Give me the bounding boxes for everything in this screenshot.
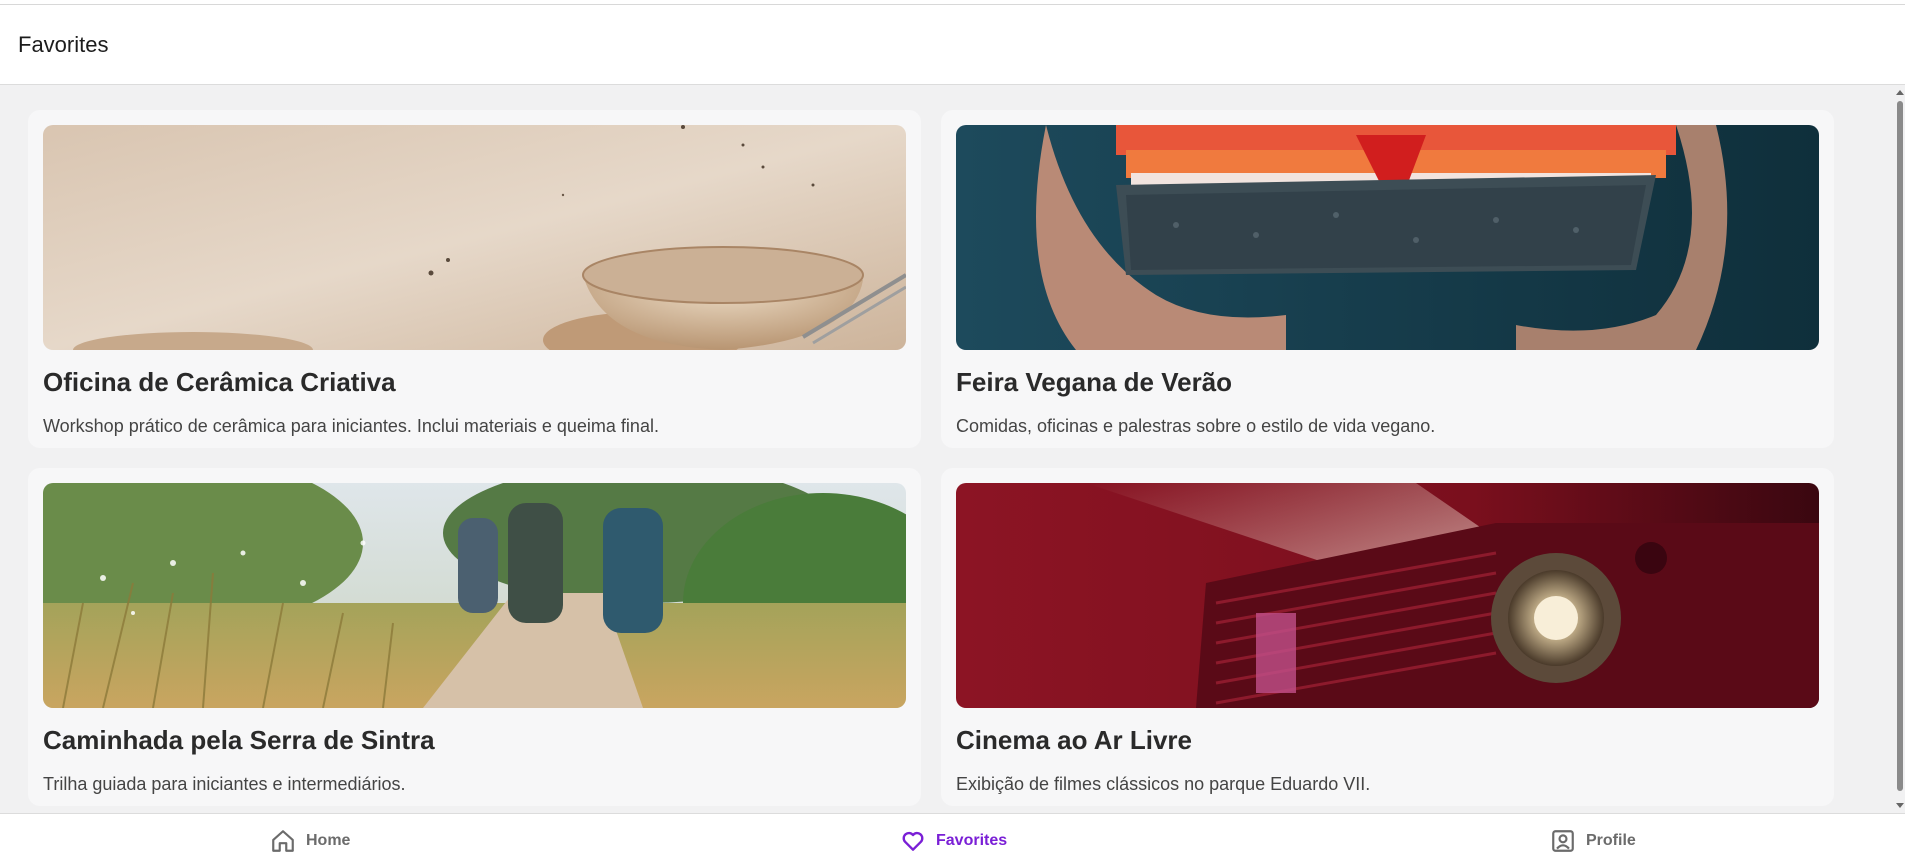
card-description: Exibição de filmes clássicos no parque E… — [956, 774, 1371, 794]
heart-icon — [902, 831, 924, 851]
favorites-list[interactable]: Oficina de Cerâmica Criativa Workshop pr… — [0, 85, 1895, 813]
card-description: Trilha guiada para iniciantes e intermed… — [43, 774, 406, 794]
event-card[interactable]: Caminhada pela Serra de Sintra Trilha gu… — [28, 468, 921, 806]
card-title: Feira Vegana de Verão — [956, 367, 1233, 397]
nav-home-label: Home — [306, 832, 351, 849]
hiking-trail-image — [43, 483, 906, 708]
ceramic-bowls-image — [43, 125, 906, 350]
bottom-navigation: Home Favorites Profile — [0, 813, 1905, 867]
page-title: Favorites — [18, 31, 109, 57]
nav-home[interactable]: Home — [270, 814, 350, 867]
scroll-up-icon[interactable] — [1896, 90, 1904, 95]
nav-profile[interactable]: Profile — [1550, 814, 1636, 867]
home-icon — [272, 830, 294, 852]
card-title: Oficina de Cerâmica Criativa — [43, 367, 396, 397]
profile-icon — [1552, 830, 1574, 852]
app-header: Favorites — [0, 5, 1905, 85]
projector-image — [956, 483, 1819, 708]
nav-profile-label: Profile — [1586, 832, 1636, 849]
event-card[interactable]: Feira Vegana de Verão Comidas, oficinas … — [941, 110, 1834, 448]
scroll-down-icon[interactable] — [1896, 803, 1904, 808]
content-scrollbar[interactable] — [1895, 85, 1905, 813]
card-description: Comidas, oficinas e palestras sobre o es… — [956, 416, 1436, 436]
event-card[interactable]: Cinema ao Ar Livre Exibição de filmes cl… — [941, 468, 1834, 806]
favorites-grid: Oficina de Cerâmica Criativa Workshop pr… — [28, 110, 1834, 806]
nav-favorites-label: Favorites — [936, 832, 1008, 849]
vegan-sandwich-image — [956, 125, 1819, 350]
card-title: Cinema ao Ar Livre — [956, 725, 1193, 755]
card-description: Workshop prático de cerâmica para inicia… — [43, 416, 659, 436]
nav-favorites[interactable]: Favorites — [900, 814, 1007, 867]
scrollbar-thumb[interactable] — [1897, 101, 1903, 791]
card-title: Caminhada pela Serra de Sintra — [43, 725, 435, 755]
event-card[interactable]: Oficina de Cerâmica Criativa Workshop pr… — [28, 110, 921, 448]
